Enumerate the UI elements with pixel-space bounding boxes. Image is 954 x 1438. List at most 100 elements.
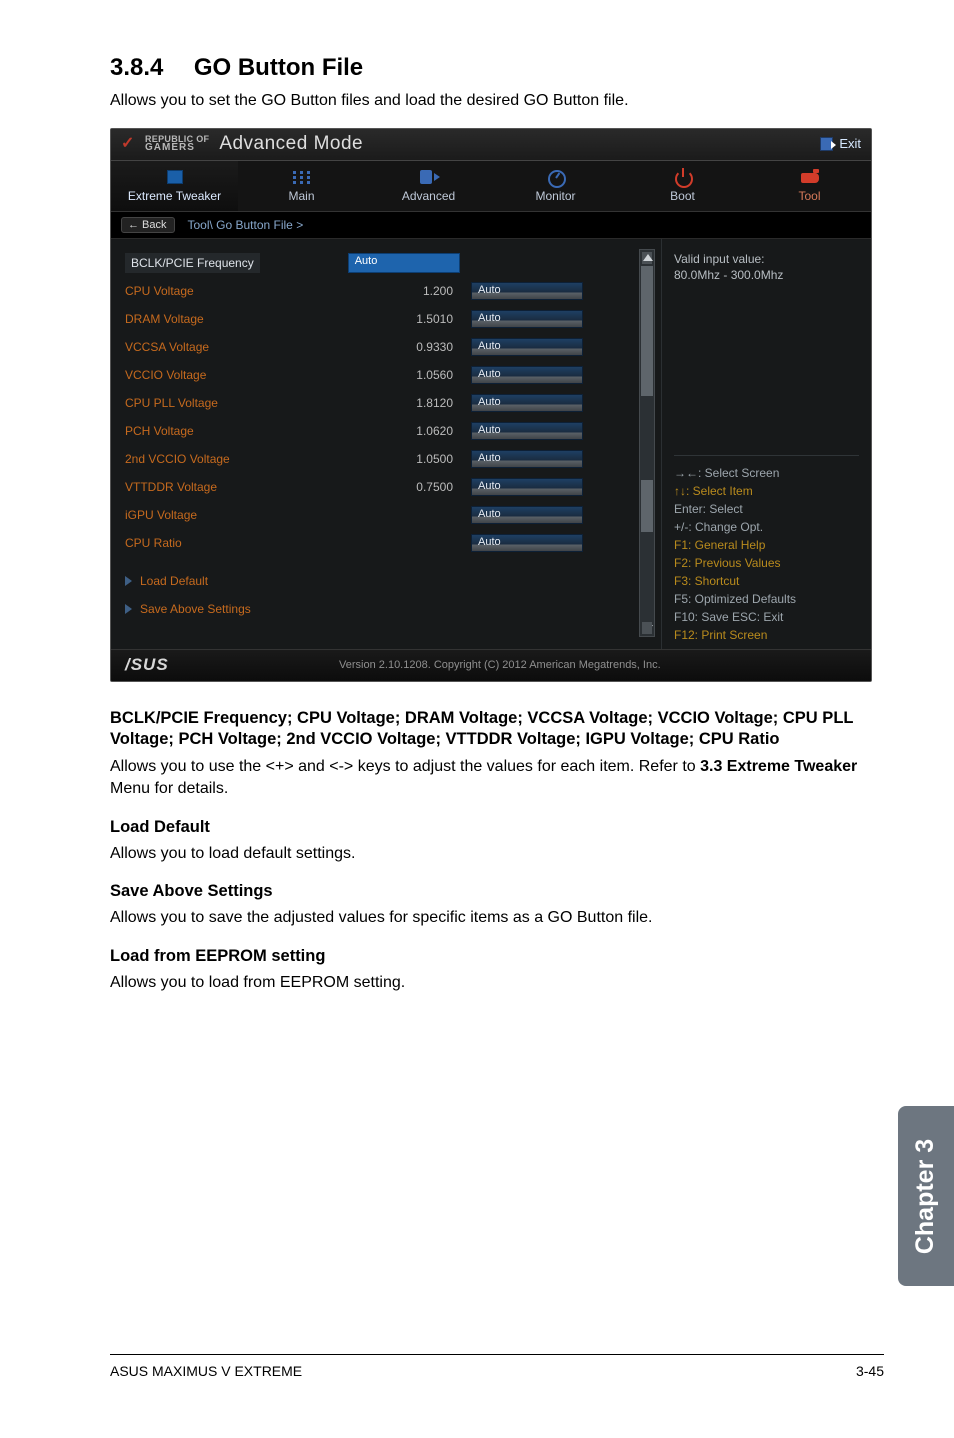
row-auto[interactable]: Auto [471,366,583,384]
exit-button[interactable]: Exit [820,136,861,151]
monitor-icon [545,167,567,187]
row-value: 1.5010 [383,312,471,326]
section-title: GO Button File [194,54,363,81]
row-dram-voltage[interactable]: DRAM Voltage 1.5010 Auto [125,305,661,333]
row-label: VCCIO Voltage [125,368,383,382]
row-label: VTTDDR Voltage [125,480,383,494]
exit-icon [820,137,833,151]
bios-copyright: Version 2.10.1208. Copyright (C) 2012 Am… [339,659,661,671]
hint-f12: F12: Print Screen [674,626,859,644]
row-value: 1.0560 [383,368,471,382]
page-footer-rule [110,1354,884,1355]
tab-extreme-tweaker[interactable]: Extreme Tweaker [111,161,238,211]
row-auto[interactable]: Auto [348,253,460,273]
tab-label: Boot [670,189,695,203]
scroll-thumb[interactable] [641,480,653,532]
row-label: 2nd VCCIO Voltage [125,452,383,466]
hint-f1: F1: General Help [674,536,859,554]
tab-label: Extreme Tweaker [128,189,221,203]
hint-enter: Enter: Select [674,500,859,518]
desc1-text-a: Allows you to use the <+> and <-> keys t… [110,758,700,775]
tab-label: Monitor [535,189,575,203]
bios-scrollbar[interactable] [639,249,655,637]
row-label: iGPU Voltage [125,508,383,522]
row-auto[interactable]: Auto [471,478,583,496]
row-pch-voltage[interactable]: PCH Voltage 1.0620 Auto [125,417,661,445]
row-cpu-voltage[interactable]: CPU Voltage 1.200 Auto [125,277,661,305]
scroll-thumb[interactable] [641,266,653,396]
row-label: BCLK/PCIE Frequency [125,253,260,273]
bios-breadcrumb-bar: Back Tool\ Go Button File > [111,212,871,239]
row-bclk-pcie[interactable]: BCLK/PCIE Frequency Auto [125,249,661,277]
row-label: VCCSA Voltage [125,340,383,354]
section-header: 3.8.4 GO Button File [110,54,884,82]
rog-logo: REPUBLIC OF GAMERS Advanced Mode [121,133,363,155]
tab-advanced[interactable]: Advanced [365,161,492,211]
row-auto[interactable]: Auto [471,338,583,356]
row-auto[interactable]: Auto [471,394,583,412]
tab-monitor[interactable]: Monitor [492,161,619,211]
chapter-tab: Chapter 3 [898,1106,954,1286]
row-2nd-vccio-voltage[interactable]: 2nd VCCIO Voltage 1.0500 Auto [125,445,661,473]
triangle-icon [125,604,132,614]
row-auto[interactable]: Auto [471,506,583,524]
desc1-text-c: Menu for details. [110,780,228,797]
action-save-above[interactable]: Save Above Settings [125,595,661,623]
row-auto[interactable]: Auto [471,422,583,440]
bios-side-panel: Valid input value: 80.0Mhz - 300.0Mhz →←… [661,239,871,649]
row-auto[interactable]: Auto [471,310,583,328]
hint-f2: F2: Previous Values [674,554,859,572]
save-above-paragraph: Allows you to save the adjusted values f… [110,907,884,929]
scroll-up-icon[interactable] [643,254,653,261]
action-load-default[interactable]: Load Default [125,567,661,595]
page-footer-right: 3-45 [856,1363,884,1379]
load-eeprom-heading: Load from EEPROM setting [110,947,884,966]
row-label: CPU Ratio [125,536,383,550]
row-igpu-voltage[interactable]: iGPU Voltage Auto [125,501,661,529]
breadcrumb-path: Tool\ Go Button File > [187,218,303,232]
row-value: 1.0500 [383,452,471,466]
row-label: CPU PLL Voltage [125,396,383,410]
action-label: Save Above Settings [140,602,251,616]
row-label: PCH Voltage [125,424,383,438]
save-above-heading: Save Above Settings [110,882,884,901]
desc1-heading: BCLK/PCIE Frequency; CPU Voltage; DRAM V… [110,708,884,751]
row-vttddr-voltage[interactable]: VTTDDR Voltage 0.7500 Auto [125,473,661,501]
bios-body: BCLK/PCIE Frequency Auto CPU Voltage 1.2… [111,239,871,649]
row-cpu-pll-voltage[interactable]: CPU PLL Voltage 1.8120 Auto [125,389,661,417]
advanced-icon [418,167,440,187]
row-value: 0.7500 [383,480,471,494]
row-vccio-voltage[interactable]: VCCIO Voltage 1.0560 Auto [125,361,661,389]
back-button[interactable]: Back [121,217,175,233]
rog-logo-line2: GAMERS [145,143,209,152]
exit-label: Exit [839,136,861,151]
row-label: CPU Voltage [125,284,383,298]
valid-input-label: Valid input value: [674,251,859,267]
row-label: DRAM Voltage [125,312,383,326]
bios-titlebar: REPUBLIC OF GAMERS Advanced Mode Exit [111,129,871,161]
scroll-down-icon[interactable] [643,625,653,632]
hint-plusminus: +/-: Change Opt. [674,518,859,536]
row-cpu-ratio[interactable]: CPU Ratio Auto [125,529,661,557]
hint-f5: F5: Optimized Defaults [674,590,859,608]
load-eeprom-paragraph: Allows you to load from EEPROM setting. [110,972,884,994]
tab-main[interactable]: Main [238,161,365,211]
tab-tool[interactable]: Tool [746,161,872,211]
tab-boot[interactable]: Boot [619,161,746,211]
row-value: 1.200 [383,284,471,298]
row-value: 1.8120 [383,396,471,410]
tab-label: Main [288,189,314,203]
power-icon [672,167,694,187]
row-auto[interactable]: Auto [471,450,583,468]
tab-label: Tool [798,189,820,203]
section-number: 3.8.4 [110,54,163,81]
check-icon [121,135,139,153]
row-auto[interactable]: Auto [471,282,583,300]
asus-logo: /SUS [125,655,169,675]
bios-tabs: Extreme Tweaker Main Advanced Monitor Bo… [111,161,871,212]
row-vccsa-voltage[interactable]: VCCSA Voltage 0.9330 Auto [125,333,661,361]
hint-arrows: →←: Select Screen [674,464,859,482]
action-label: Load Default [140,574,208,588]
load-default-paragraph: Allows you to load default settings. [110,843,884,865]
row-auto[interactable]: Auto [471,534,583,552]
